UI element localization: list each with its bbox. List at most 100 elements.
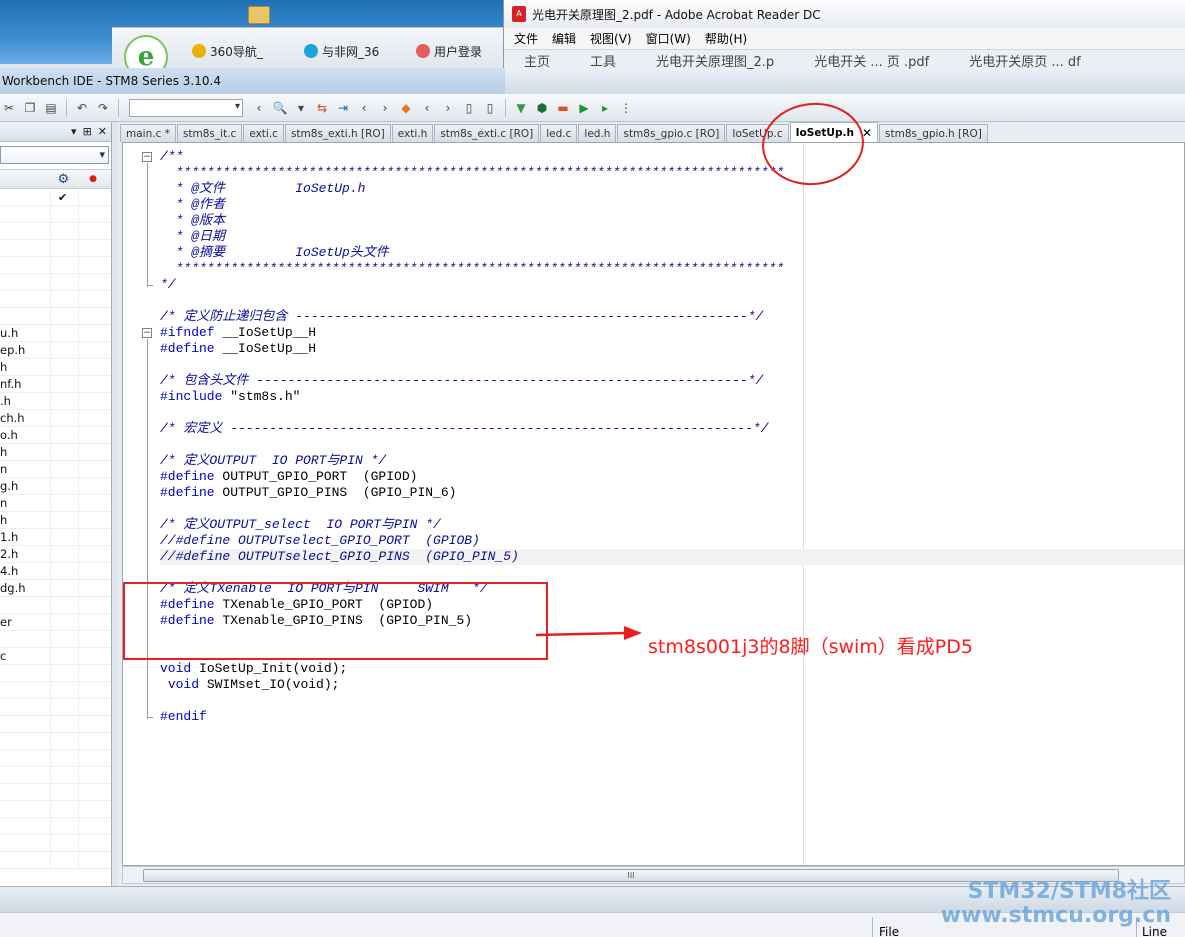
workspace-row[interactable] (0, 308, 111, 325)
workspace-row[interactable] (0, 240, 111, 257)
compile-icon[interactable]: ▼ (512, 99, 530, 117)
workspace-file-item[interactable]: o.h (0, 427, 111, 444)
ide-title-bar[interactable]: Workbench IDE - STM8 Series 3.10.4 (0, 68, 505, 94)
tab-main-c[interactable]: main.c * (120, 124, 176, 142)
acrobat-tab-home[interactable]: 主页 (524, 51, 550, 70)
browser-tab-1[interactable]: 360导航_ (192, 40, 263, 62)
workspace-file-item[interactable]: .h (0, 393, 111, 410)
tab-exti-h[interactable]: exti.h (391, 124, 434, 142)
toolbar-overflow-icon[interactable]: ⋮ (617, 99, 635, 117)
keyword: #define (160, 469, 215, 484)
workspace-file-item[interactable]: g.h (0, 478, 111, 495)
tab-stm8s-exti-c-ro[interactable]: stm8s_exti.c [RO] (434, 124, 540, 142)
workspace-file-item[interactable]: h (0, 359, 111, 376)
fold-toggle-icon[interactable]: − (142, 152, 152, 162)
workspace-row[interactable]: ✔ (0, 189, 111, 206)
workspace-file-item[interactable]: c (0, 648, 111, 665)
browser-tab-2[interactable]: 与非网_36 (304, 40, 379, 62)
tab-stm8s-gpio-c-ro[interactable]: stm8s_gpio.c [RO] (617, 124, 726, 142)
tab-label: stm8s_gpio.c [RO] (623, 127, 720, 140)
redo-icon[interactable]: ↷ (94, 99, 112, 117)
tab-stm8s-it-c[interactable]: stm8s_it.c (176, 124, 243, 142)
panel-menu-icon[interactable]: ▾ (71, 125, 77, 138)
prev-bookmark-icon[interactable]: ‹ (418, 99, 436, 117)
code-line: ****************************************… (160, 165, 785, 180)
folder-icon[interactable] (248, 6, 270, 24)
ide-title: Workbench IDE - STM8 Series 3.10.4 (2, 74, 221, 88)
workspace-row[interactable] (0, 206, 111, 223)
workspace-row[interactable] (0, 291, 111, 308)
tab-exti-c[interactable]: exti.c (243, 124, 284, 142)
menu-view[interactable]: 视图(V) (590, 30, 632, 47)
replace-icon[interactable]: ⇆ (313, 99, 331, 117)
file-name: h (0, 360, 8, 374)
next-icon[interactable]: › (376, 99, 394, 117)
workspace-file-item[interactable]: 1.h (0, 529, 111, 546)
tab-led-h[interactable]: led.h (578, 124, 617, 142)
bookmark-icon[interactable]: ◆ (397, 99, 415, 117)
workspace-row[interactable] (0, 274, 111, 291)
workspace-file-item[interactable]: nf.h (0, 376, 111, 393)
file-name: c (0, 649, 7, 663)
configuration-select[interactable] (0, 146, 109, 164)
workspace-file-item[interactable]: ep.h (0, 342, 111, 359)
chevron-down-icon[interactable]: ▾ (292, 99, 310, 117)
acrobat-tab-tools[interactable]: 工具 (590, 51, 616, 70)
copy-icon[interactable]: ❐ (21, 99, 39, 117)
code-line: /* 宏定义 ---------------------------------… (160, 421, 769, 436)
goto-line-icon[interactable]: ⇥ (334, 99, 352, 117)
workspace-file-item[interactable]: n (0, 495, 111, 512)
undo-icon[interactable]: ↶ (73, 99, 91, 117)
workspace-file-item[interactable] (0, 597, 111, 614)
acrobat-tab-doc[interactable]: 光电开关原页 ... df (969, 51, 1081, 70)
workspace-row[interactable] (0, 223, 111, 240)
tab-stm8s-gpio-h-ro[interactable]: stm8s_gpio.h [RO] (879, 124, 988, 142)
status-file: File (879, 925, 900, 937)
paste-icon[interactable]: ▤ (42, 99, 60, 117)
file-name: dg.h (0, 581, 26, 595)
workspace-row[interactable] (0, 257, 111, 274)
acrobat-tab-doc[interactable]: 光电开关原理图_2.p (656, 51, 774, 70)
acrobat-tab-doc[interactable]: 光电开关 ... 页 .pdf (814, 51, 929, 70)
workspace-file-item[interactable]: 4.h (0, 563, 111, 580)
download-debug-icon[interactable]: ▶ (575, 99, 593, 117)
code-line: #define OUTPUT_GPIO_PINS (GPIO_PIN_6) (160, 485, 457, 500)
fold-toggle-icon[interactable]: − (142, 328, 152, 338)
workspace-file-item[interactable]: ch.h (0, 410, 111, 427)
next-bookmark-icon[interactable]: › (439, 99, 457, 117)
nav-back-icon[interactable]: ‹ (250, 99, 268, 117)
file-prev-icon[interactable]: ▯ (460, 99, 478, 117)
workspace-file-item[interactable]: 2.h (0, 546, 111, 563)
tab-stm8s-exti-h-ro[interactable]: stm8s_exti.h [RO] (284, 124, 391, 142)
workspace-file-item[interactable]: u.h (0, 325, 111, 342)
debug-no-download-icon[interactable]: ▸ (596, 99, 614, 117)
find-icon[interactable]: 🔍 (271, 99, 289, 117)
close-icon[interactable]: ✕ (98, 125, 107, 138)
code-line: void IoSetUp_Init(void); (160, 661, 348, 676)
stop-build-icon[interactable]: ▬ (554, 99, 572, 117)
workspace-file-item[interactable]: h (0, 512, 111, 529)
fold-line (147, 163, 148, 287)
workspace-file-item[interactable]: dg.h (0, 580, 111, 597)
make-icon[interactable]: ⬢ (533, 99, 551, 117)
cut-icon[interactable]: ✂ (0, 99, 18, 117)
workspace-file-item[interactable]: h (0, 444, 111, 461)
workspace-file-item[interactable]: n (0, 461, 111, 478)
pin-icon[interactable]: ⊞ (83, 125, 92, 138)
menu-edit[interactable]: 编辑 (552, 30, 576, 47)
code-line: * @作者 (160, 197, 226, 212)
workspace-file-item[interactable]: er (0, 614, 111, 631)
code-editor[interactable]: − − /** *********************************… (122, 142, 1185, 866)
file-next-icon[interactable]: ▯ (481, 99, 499, 117)
menu-window[interactable]: 窗口(W) (646, 30, 691, 47)
find-combo[interactable] (129, 98, 243, 117)
gear-icon[interactable]: ⚙ (57, 172, 69, 187)
workspace-file-item[interactable] (0, 631, 111, 648)
tab-led-c[interactable]: led.c (540, 124, 578, 142)
menu-help[interactable]: 帮助(H) (705, 30, 747, 47)
file-name: .h (0, 394, 11, 408)
prev-icon[interactable]: ‹ (355, 99, 373, 117)
acrobat-title-bar[interactable]: A 光电开关原理图_2.pdf - Adobe Acrobat Reader D… (504, 0, 1185, 28)
browser-tab-3[interactable]: 用户登录 (416, 40, 482, 62)
menu-file[interactable]: 文件 (514, 30, 538, 47)
